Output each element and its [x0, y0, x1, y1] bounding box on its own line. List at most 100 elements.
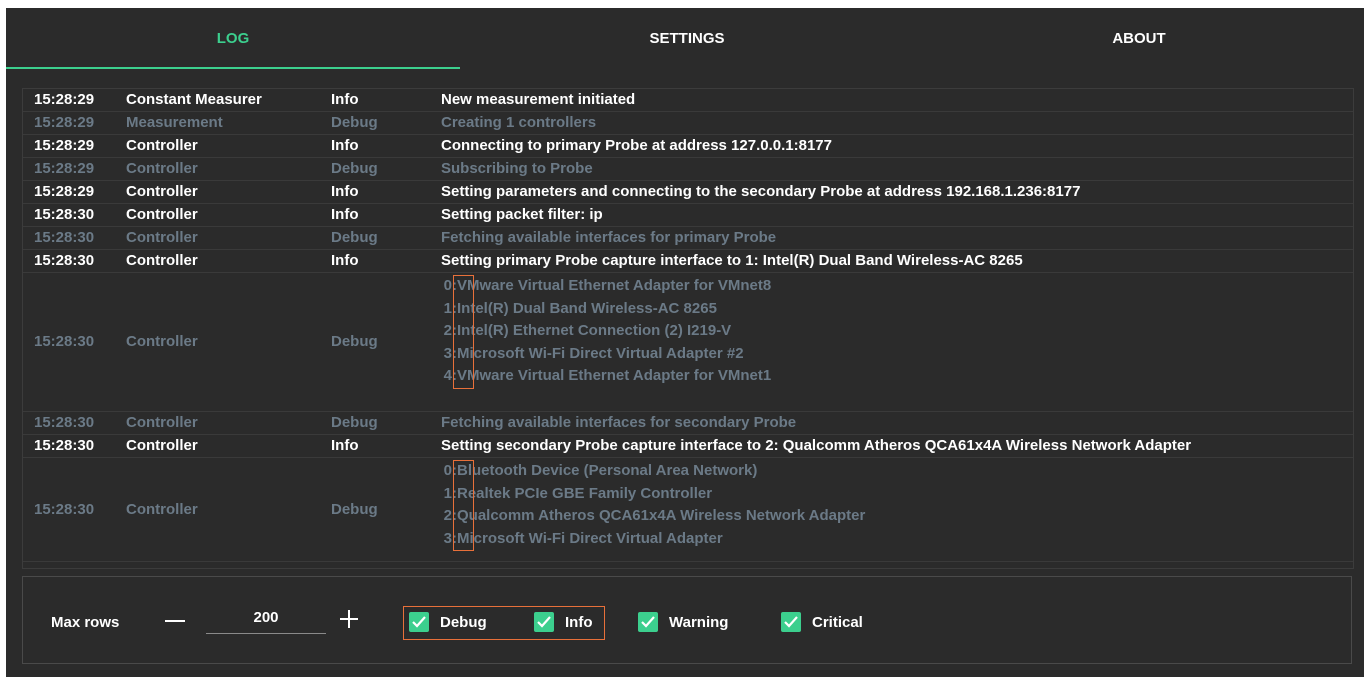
- log-message: Fetching available interfaces for second…: [441, 414, 797, 431]
- interface-name: VMware Virtual Ethernet Adapter for VMne…: [457, 277, 772, 294]
- log-source: Controller: [126, 252, 198, 269]
- log-source: Controller: [126, 437, 198, 454]
- log-source: Controller: [126, 206, 198, 223]
- log-level: Debug: [331, 414, 378, 431]
- log-level: Debug: [331, 114, 378, 131]
- max-rows-input[interactable]: [206, 601, 326, 634]
- log-time: 15:28:30: [34, 333, 95, 350]
- filter-warning-label: Warning: [669, 613, 729, 631]
- interface-name: Microsoft Wi-Fi Direct Virtual Adapter #…: [457, 344, 744, 362]
- interface-line: 1:Realtek PCIe GBE Family Controller: [441, 483, 865, 506]
- tab-log[interactable]: LOG: [6, 8, 460, 70]
- log-time: 15:28:29: [34, 183, 95, 200]
- interface-line: 3:Microsoft Wi-Fi Direct Virtual Adapter…: [441, 343, 771, 366]
- log-message: Subscribing to Probe: [441, 160, 593, 177]
- filter-critical-label: Critical: [812, 613, 863, 631]
- log-source: Controller: [126, 137, 198, 154]
- log-source: Controller: [126, 414, 198, 431]
- log-row: 15:28:30 Controller Debug 0:VMware Virtual …: [23, 273, 1353, 412]
- tab-settings[interactable]: SETTINGS: [460, 8, 914, 70]
- interface-name: Intel(R) Ethernet Connection (2) I219-V: [457, 322, 732, 340]
- log-level: Info: [331, 252, 359, 269]
- checkbox-checked-icon: [638, 612, 658, 632]
- log-time: 15:28:30: [34, 500, 95, 518]
- interface-name: Qualcomm Atheros QCA61x4A Wireless Netwo…: [457, 507, 866, 525]
- log-row: 15:28:30 Controller Debug Fetching availabl…: [23, 412, 1353, 435]
- interface-name: Bluetooth Device (Personal Area Network): [457, 462, 758, 479]
- max-rows-label: Max rows: [51, 614, 120, 631]
- log-row: 15:28:29 Constant Measurer Info New measure…: [23, 89, 1353, 112]
- log-source: Controller: [126, 500, 198, 518]
- log-time: 15:28:29: [34, 160, 95, 177]
- log-time: 15:28:30: [34, 414, 95, 431]
- log-table[interactable]: 15:28:29 Constant Measurer Info New measure…: [22, 88, 1354, 569]
- index-highlight-box: [453, 275, 474, 389]
- log-time: 15:28:29: [34, 137, 95, 154]
- log-level: Debug: [331, 333, 378, 350]
- log-message-list: 0:Bluetooth Device (Personal Area Networ…: [441, 460, 866, 551]
- log-level: Debug: [331, 500, 378, 518]
- interface-line: 0:VMware Virtual Ethernet Adapter for VM…: [441, 275, 772, 298]
- checkbox-checked-icon: [781, 612, 801, 632]
- log-row: 15:28:29 Controller Debug Subscribing to Pr…: [23, 158, 1353, 181]
- log-source: Controller: [126, 183, 198, 200]
- log-row: 15:28:30 Controller Info Setting secondary …: [23, 435, 1353, 458]
- log-message: Setting parameters and connecting to the…: [441, 183, 1081, 200]
- log-source: Controller: [126, 160, 198, 177]
- decrement-button[interactable]: [157, 607, 193, 635]
- interface-line: 2:Qualcomm Atheros QCA61x4A Wireless Net…: [441, 505, 866, 528]
- interface-line: 3:Microsoft Wi-Fi Direct Virtual Adapter: [441, 528, 865, 551]
- interface-line: 4:VMware Virtual Ethernet Adapter for VM…: [441, 365, 772, 388]
- log-time: 15:28:29: [34, 114, 95, 131]
- log-row: 15:28:30 Controller Info Setting primary Pr…: [23, 250, 1353, 273]
- interface-line: 0:Bluetooth Device (Personal Area Networ…: [441, 460, 865, 483]
- log-row: 15:28:30 Controller Info Setting packet fil…: [23, 204, 1353, 227]
- log-message: Connecting to primary Probe at address 1…: [441, 137, 832, 154]
- log-message: Creating 1 controllers: [441, 114, 597, 131]
- log-time: 15:28:30: [34, 229, 95, 246]
- tab-bar: LOG SETTINGS ABOUT: [6, 8, 1364, 70]
- log-level: Info: [331, 91, 359, 108]
- controls-panel: Max rows Debug Info Warning Critical: [22, 576, 1352, 664]
- log-message: Setting secondary Probe capture interfac…: [441, 437, 1192, 454]
- log-level: Info: [331, 437, 359, 454]
- app-window: LOG SETTINGS ABOUT 15:28:29 Constant Meas…: [6, 8, 1364, 677]
- filter-warning-checkbox[interactable]: Warning: [638, 611, 728, 633]
- log-level: Debug: [331, 160, 378, 177]
- log-time: 15:28:30: [34, 437, 95, 454]
- log-message: Fetching available interfaces for primar…: [441, 229, 777, 246]
- log-message-list: 0:VMware Virtual Ethernet Adapter for VM…: [441, 275, 772, 388]
- filter-highlight-box: [403, 606, 605, 640]
- log-row: 15:28:30 Controller Debug 0:Bluetooth Devic…: [23, 458, 1353, 563]
- log-source: Controller: [126, 333, 198, 350]
- minus-icon: [165, 620, 185, 622]
- log-row: 15:28:29 Measurement Debug Creating 1 contr…: [23, 112, 1353, 135]
- log-level: Info: [331, 183, 359, 200]
- log-time: 15:28:30: [34, 252, 95, 269]
- log-message: New measurement initiated: [441, 91, 636, 108]
- interface-line: 1:Intel(R) Dual Band Wireless-AC 8265: [441, 298, 771, 321]
- interface-name: Microsoft Wi-Fi Direct Virtual Adapter: [457, 529, 723, 547]
- log-row: 15:28:29 Controller Info Connecting to prim…: [23, 135, 1353, 158]
- log-message: Setting packet filter: ip: [441, 206, 603, 223]
- log-level: Info: [331, 137, 359, 154]
- index-highlight-box: [453, 460, 474, 552]
- log-message: Setting primary Probe capture interface …: [441, 252, 1023, 269]
- log-source: Measurement: [126, 114, 223, 131]
- log-time: 15:28:30: [34, 206, 95, 223]
- log-time: 15:28:29: [34, 91, 95, 108]
- log-row: 15:28:29 Controller Info Setting parameters…: [23, 181, 1353, 204]
- log-level: Info: [331, 206, 359, 223]
- increment-button[interactable]: [337, 607, 361, 631]
- log-source: Controller: [126, 229, 198, 246]
- interface-name: Realtek PCIe GBE Family Controller: [457, 484, 713, 502]
- interface-name: VMware Virtual Ethernet Adapter for VMne…: [457, 367, 772, 385]
- active-tab-indicator: [6, 67, 460, 69]
- interface-line: 2:Intel(R) Ethernet Connection (2) I219-…: [441, 320, 771, 343]
- log-row: 15:28:30 Controller Debug Fetching availabl…: [23, 227, 1353, 250]
- log-source: Constant Measurer: [126, 91, 262, 108]
- interface-name: Intel(R) Dual Band Wireless-AC 8265: [457, 299, 717, 317]
- tab-about[interactable]: ABOUT: [914, 8, 1364, 70]
- filter-critical-checkbox[interactable]: Critical: [781, 611, 863, 633]
- log-level: Debug: [331, 229, 378, 246]
